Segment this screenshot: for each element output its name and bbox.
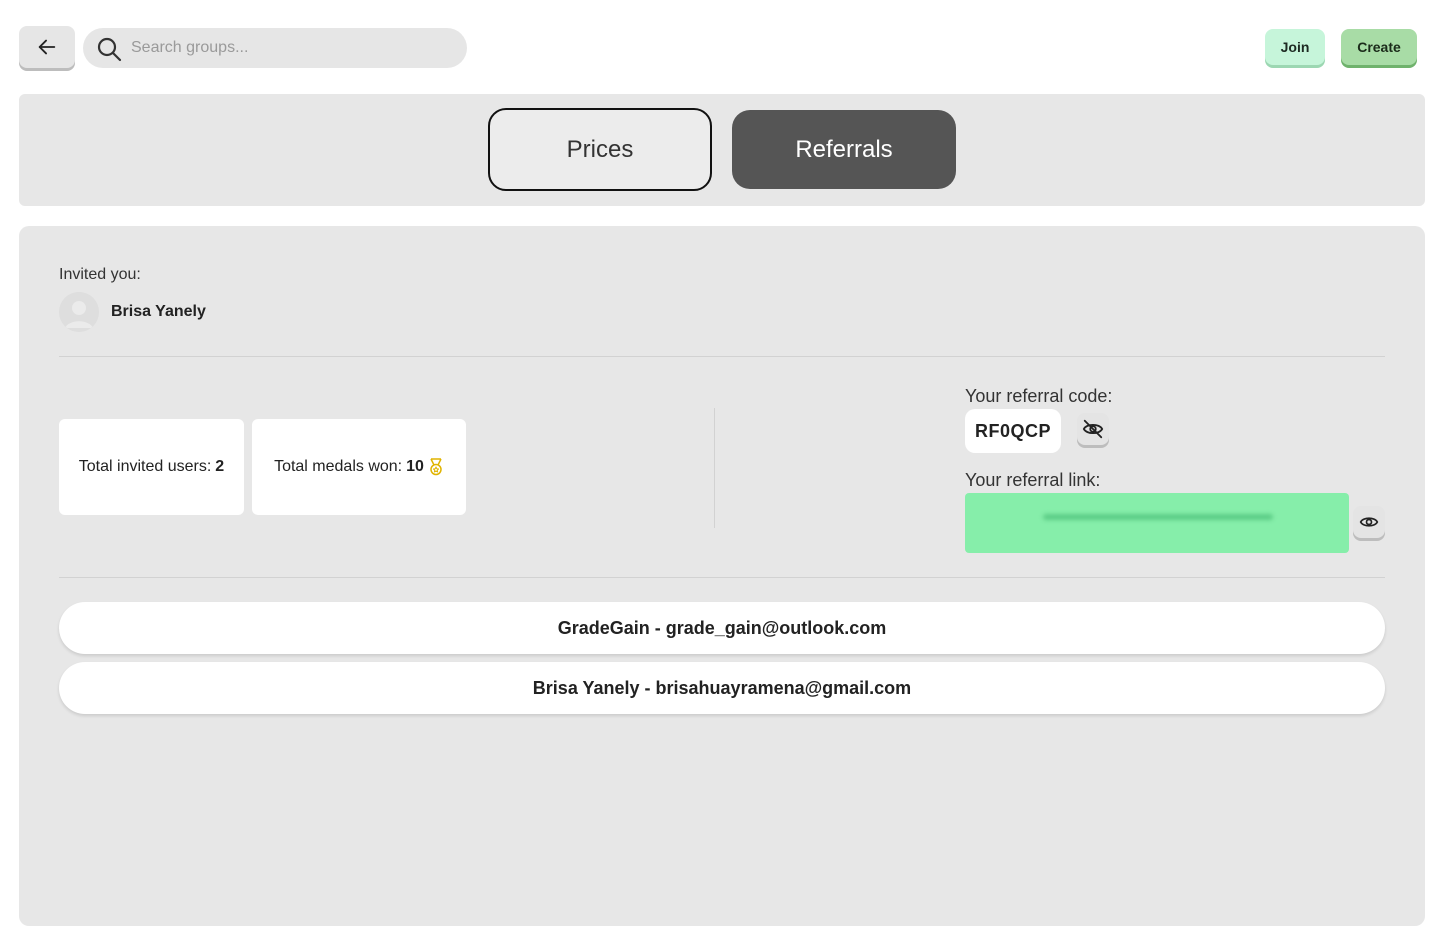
referral-code-label: Your referral code: [965, 386, 1113, 406]
total-invited-users-value: 2 [215, 458, 225, 475]
total-invited-users-label: Total invited users: [78, 458, 212, 475]
eye-off-icon [1082, 419, 1104, 439]
divider [59, 356, 1385, 357]
hide-code-button[interactable] [1077, 413, 1109, 445]
tab-prices[interactable]: Prices [488, 108, 712, 191]
referrals-panel: Invited you: Brisa Yanely Total invited … [19, 226, 1425, 926]
join-button[interactable]: Join [1265, 29, 1325, 65]
referral-code[interactable]: RF0QCP [965, 409, 1061, 453]
medal-icon [430, 458, 442, 476]
tabs-panel: Prices Referrals [19, 94, 1425, 206]
search-bar [83, 28, 467, 68]
search-icon [97, 37, 122, 62]
vertical-divider [714, 408, 715, 528]
total-medals-card: Total medals won: 10 [252, 419, 466, 515]
top-bar: Join Create [0, 0, 1455, 94]
inviter-name: Brisa Yanely [111, 303, 206, 320]
total-medals-value: 10 [406, 458, 424, 475]
show-link-button[interactable] [1353, 506, 1385, 538]
avatar [59, 292, 99, 332]
back-button[interactable] [19, 26, 75, 68]
create-button[interactable]: Create [1341, 29, 1417, 65]
invited-you-label: Invited you: [59, 266, 141, 283]
referral-link-label: Your referral link: [965, 470, 1101, 490]
hidden-link-text [1043, 514, 1273, 520]
referred-user-row[interactable]: Brisa Yanely - brisahuayramena@gmail.com [59, 662, 1385, 714]
divider [59, 577, 1385, 578]
arrow-left-icon [38, 39, 56, 55]
eye-icon [1359, 517, 1379, 527]
user-avatar-icon [59, 292, 99, 332]
tab-referrals[interactable]: Referrals [732, 110, 956, 189]
total-invited-users-card: Total invited users: 2 [59, 419, 244, 515]
search-input[interactable] [131, 28, 451, 68]
total-medals-label: Total medals won: [274, 458, 403, 475]
referred-user-row[interactable]: GradeGain - grade_gain@outlook.com [59, 602, 1385, 654]
referral-link-field[interactable] [965, 493, 1349, 553]
